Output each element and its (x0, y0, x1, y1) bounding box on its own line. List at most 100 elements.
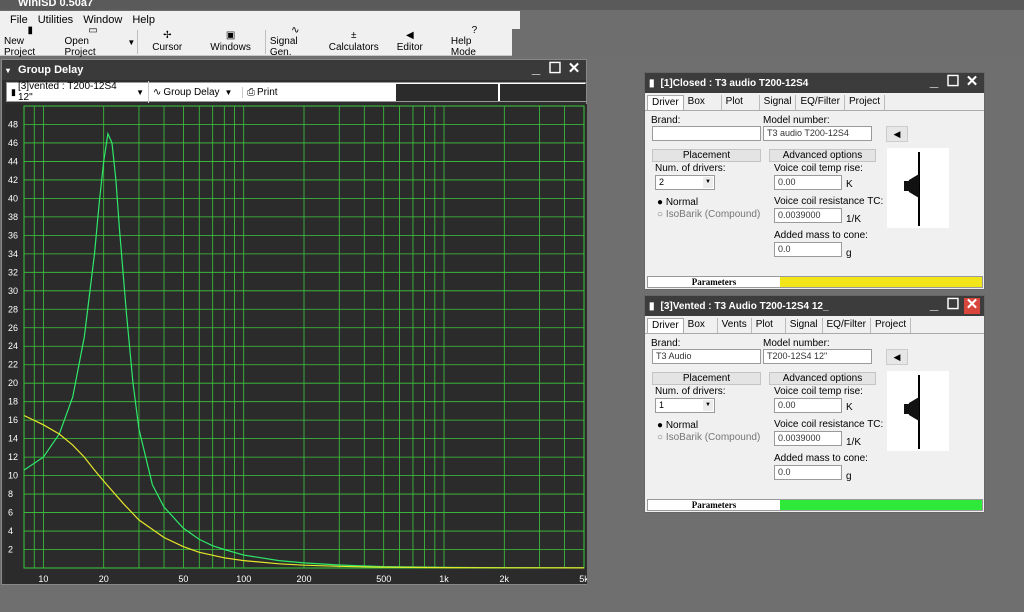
num-drivers-select[interactable]: 1 ▼ (655, 398, 715, 413)
menu-help[interactable]: Help (132, 14, 155, 26)
tab-vents[interactable]: Vents (718, 318, 752, 333)
tab-project[interactable]: Project (871, 318, 912, 333)
close-icon[interactable]: ✕ (964, 74, 980, 91)
x-tick-label: 20 (99, 574, 109, 584)
vc-tc-unit: 1/K (846, 437, 862, 448)
driver-library-button[interactable]: ◀ (886, 349, 908, 365)
vc-temp-field[interactable]: 0.00 (774, 398, 842, 413)
calculator-icon: ± (350, 30, 357, 41)
y-tick-label: 2 (8, 545, 13, 555)
cursor-button[interactable]: ✢ Cursor (138, 28, 196, 56)
num-drivers-select[interactable]: 2 ▼ (655, 175, 715, 190)
help-mode-button[interactable]: ? Help Mode (437, 26, 512, 59)
num-drivers-label: Num. of drivers: (655, 163, 726, 174)
y-tick-label: 16 (8, 415, 18, 425)
brand-field[interactable]: T3 Audio (652, 349, 761, 364)
y-tick-label: 36 (8, 230, 18, 240)
app-titlebar: WinISD 0.50a7 (0, 0, 1024, 10)
tab-driver[interactable]: Driver (647, 95, 684, 110)
window-controls: _ ☐ ✕ (926, 297, 980, 314)
vc-temp-field[interactable]: 0.00 (774, 175, 842, 190)
group-delay-window: ▾ Group Delay _ ☐ ✕ ▮ [3]vented : T200-1… (1, 59, 587, 585)
chevron-down-icon: ▼ (703, 400, 713, 411)
signal-gen-button[interactable]: ∿ Signal Gen. (266, 26, 325, 59)
closed-driver-window: ▮ [1]Closed : T3 audio T200-12S4 _ ☐ ✕ D… (644, 72, 985, 290)
tab-signal[interactable]: Signal (760, 95, 797, 110)
minimize-icon[interactable]: _ (926, 297, 942, 314)
vc-tc-field[interactable]: 0.0039000 (774, 431, 842, 446)
y-tick-label: 22 (8, 360, 18, 370)
menu-bar: File Utilities Window Help (0, 11, 520, 29)
print-button[interactable]: ⎙ Print (243, 87, 282, 98)
model-field[interactable]: T3 audio T200-12S4 (763, 126, 872, 141)
y-tick-label: 40 (8, 193, 18, 203)
open-project-dropdown[interactable]: ▼ (125, 28, 137, 56)
brand-field[interactable] (652, 126, 761, 141)
window-menu-icon[interactable]: ▮ (649, 301, 655, 312)
minimize-icon[interactable]: _ (926, 74, 942, 91)
parameters-bar[interactable]: Parameters (647, 499, 983, 511)
maximize-icon[interactable]: ☐ (945, 74, 961, 91)
y-tick-label: 24 (8, 341, 18, 351)
tab-eq-filter[interactable]: EQ/Filter (823, 318, 871, 333)
added-mass-field[interactable]: 0.0 (774, 465, 842, 480)
parameters-label: Parameters (691, 277, 737, 287)
tab-box[interactable]: Box (684, 95, 722, 110)
speaker-icon: ◀ (893, 129, 901, 139)
driver-library-button[interactable]: ◀ (886, 126, 908, 142)
tab-project[interactable]: Project (845, 95, 886, 110)
model-field[interactable]: T200-12S4 12" (763, 349, 872, 364)
vc-temp-label: Voice coil temp rise: (774, 163, 863, 174)
maximize-icon[interactable]: ☐ (945, 297, 961, 314)
radio-isobarik[interactable]: ○ IsoBarik (Compound) (657, 432, 760, 443)
project-select[interactable]: ▮ [3]vented : T200-12S4 12" ▼ (7, 81, 149, 103)
window-title: [1]Closed : T3 audio T200-12S4 (660, 77, 809, 89)
tab-signal[interactable]: Signal (786, 318, 823, 333)
parameters-bar[interactable]: Parameters (647, 276, 983, 288)
windows-button[interactable]: ▣ Windows (196, 28, 265, 56)
graph-type-select[interactable]: ∿ Group Delay ▼ (149, 86, 243, 98)
driver-diagram-icon (904, 152, 920, 226)
window-menu-icon[interactable]: ▾ (6, 66, 10, 75)
x-tick-label: 100 (236, 574, 251, 584)
tab-box[interactable]: Box (684, 318, 718, 333)
folder-icon: ▭ (88, 25, 98, 36)
group-delay-chart[interactable]: 10 20 50 100 200 500 1k 2k 5k2468101214161820222… (5, 104, 587, 584)
tab-eq-filter[interactable]: EQ/Filter (796, 95, 845, 110)
new-project-button[interactable]: ▮ New Project (0, 25, 61, 59)
y-tick-label: 38 (8, 212, 18, 222)
y-tick-label: 28 (8, 304, 18, 314)
maximize-icon[interactable]: ☐ (547, 61, 563, 78)
tab-plot[interactable]: Plot (752, 318, 786, 333)
x-tick-label: 1k (439, 574, 449, 584)
cursor-readout-2 (500, 84, 586, 101)
advanced-options-header: Advanced options (769, 149, 876, 162)
added-mass-field[interactable]: 0.0 (774, 242, 842, 257)
placement-header: Placement (652, 372, 761, 385)
parameters-progress-fill (780, 277, 982, 287)
tab-plot[interactable]: Plot (722, 95, 760, 110)
new-project-icon: ▮ (27, 25, 33, 36)
plot-background (5, 104, 587, 584)
radio-normal[interactable]: ● Normal (657, 420, 698, 431)
radio-isobarik[interactable]: ○ IsoBarik (Compound) (657, 209, 760, 220)
close-icon[interactable]: ✕ (566, 61, 582, 78)
vc-tc-field[interactable]: 0.0039000 (774, 208, 842, 223)
editor-button[interactable]: ◀ Editor (383, 28, 437, 56)
radio-normal[interactable]: ● Normal (657, 197, 698, 208)
window-menu-icon[interactable]: ▮ (649, 78, 655, 89)
group-delay-titlebar[interactable]: ▾ Group Delay (2, 60, 586, 80)
menu-file[interactable]: File (10, 14, 28, 26)
added-mass-unit: g (846, 471, 852, 482)
brand-label: Brand: (651, 338, 681, 349)
close-icon[interactable]: ✕ (964, 297, 980, 314)
calculators-button[interactable]: ± Calculators (325, 28, 383, 56)
y-tick-label: 4 (8, 526, 13, 536)
speaker-icon: ◀ (405, 30, 414, 41)
minimize-icon[interactable]: _ (528, 61, 544, 78)
vc-tc-label: Voice coil resistance TC: (774, 196, 884, 207)
menu-utilities[interactable]: Utilities (38, 14, 73, 26)
driver-diagram-icon (904, 375, 920, 449)
tab-driver[interactable]: Driver (647, 318, 684, 333)
open-project-button[interactable]: ▭ Open Project (61, 25, 126, 59)
